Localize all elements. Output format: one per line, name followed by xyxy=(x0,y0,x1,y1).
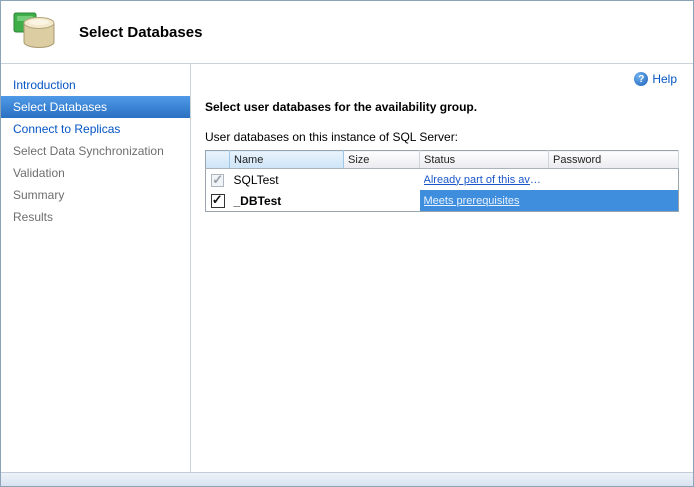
sidebar-item-select-data-synchronization: Select Data Synchronization xyxy=(1,140,190,162)
row-checkbox-cell xyxy=(206,169,230,191)
sidebar-item-results: Results xyxy=(1,206,190,228)
table-header-row: Name Size Status Password xyxy=(206,151,679,169)
table-row[interactable]: SQLTest Already part of this availabilit… xyxy=(206,169,679,191)
database-status-cell: Meets prerequisites xyxy=(420,190,549,212)
column-header-name[interactable]: Name xyxy=(230,151,344,169)
column-header-size[interactable]: Size xyxy=(344,151,420,169)
database-password-cell xyxy=(549,190,679,212)
main-panel: ? Help Select user databases for the ava… xyxy=(191,64,693,472)
database-size-cell xyxy=(344,190,420,212)
wizard-header: Select Databases xyxy=(1,1,693,64)
window-footer xyxy=(1,472,693,486)
database-status-cell: Already part of this availabilit... xyxy=(420,169,549,191)
sidebar-item-select-databases[interactable]: Select Databases xyxy=(1,96,190,118)
database-name-cell: _DBTest xyxy=(230,190,344,212)
help-icon: ? xyxy=(634,72,648,86)
instruction-text: Select user databases for the availabili… xyxy=(205,100,679,114)
databases-list-label: User databases on this instance of SQL S… xyxy=(205,130,679,144)
status-link[interactable]: Meets prerequisites xyxy=(424,195,545,207)
sidebar-item-validation: Validation xyxy=(1,162,190,184)
help-label: Help xyxy=(652,72,677,86)
row-checkbox[interactable] xyxy=(211,194,225,208)
page-title: Select Databases xyxy=(79,24,202,41)
database-size-cell xyxy=(344,169,420,191)
status-link[interactable]: Already part of this availabilit... xyxy=(424,174,545,186)
sidebar-item-introduction[interactable]: Introduction xyxy=(1,74,190,96)
table-row[interactable]: _DBTest Meets prerequisites xyxy=(206,190,679,212)
database-availability-icon xyxy=(11,8,59,56)
sidebar-item-summary: Summary xyxy=(1,184,190,206)
column-header-password[interactable]: Password xyxy=(549,151,679,169)
row-checkbox xyxy=(211,174,224,187)
databases-table: Name Size Status Password SQLTest xyxy=(205,150,679,212)
column-header-checkbox[interactable] xyxy=(206,151,230,169)
wizard-body: Introduction Select Databases Connect to… xyxy=(1,64,693,472)
sidebar-item-connect-to-replicas[interactable]: Connect to Replicas xyxy=(1,118,190,140)
database-password-cell xyxy=(549,169,679,191)
wizard-steps-sidebar: Introduction Select Databases Connect to… xyxy=(1,64,191,472)
database-name-cell: SQLTest xyxy=(230,169,344,191)
wizard-window: Select Databases Introduction Select Dat… xyxy=(0,0,694,487)
column-header-status[interactable]: Status xyxy=(420,151,549,169)
help-link[interactable]: ? Help xyxy=(634,72,677,86)
row-checkbox-cell xyxy=(206,190,230,212)
